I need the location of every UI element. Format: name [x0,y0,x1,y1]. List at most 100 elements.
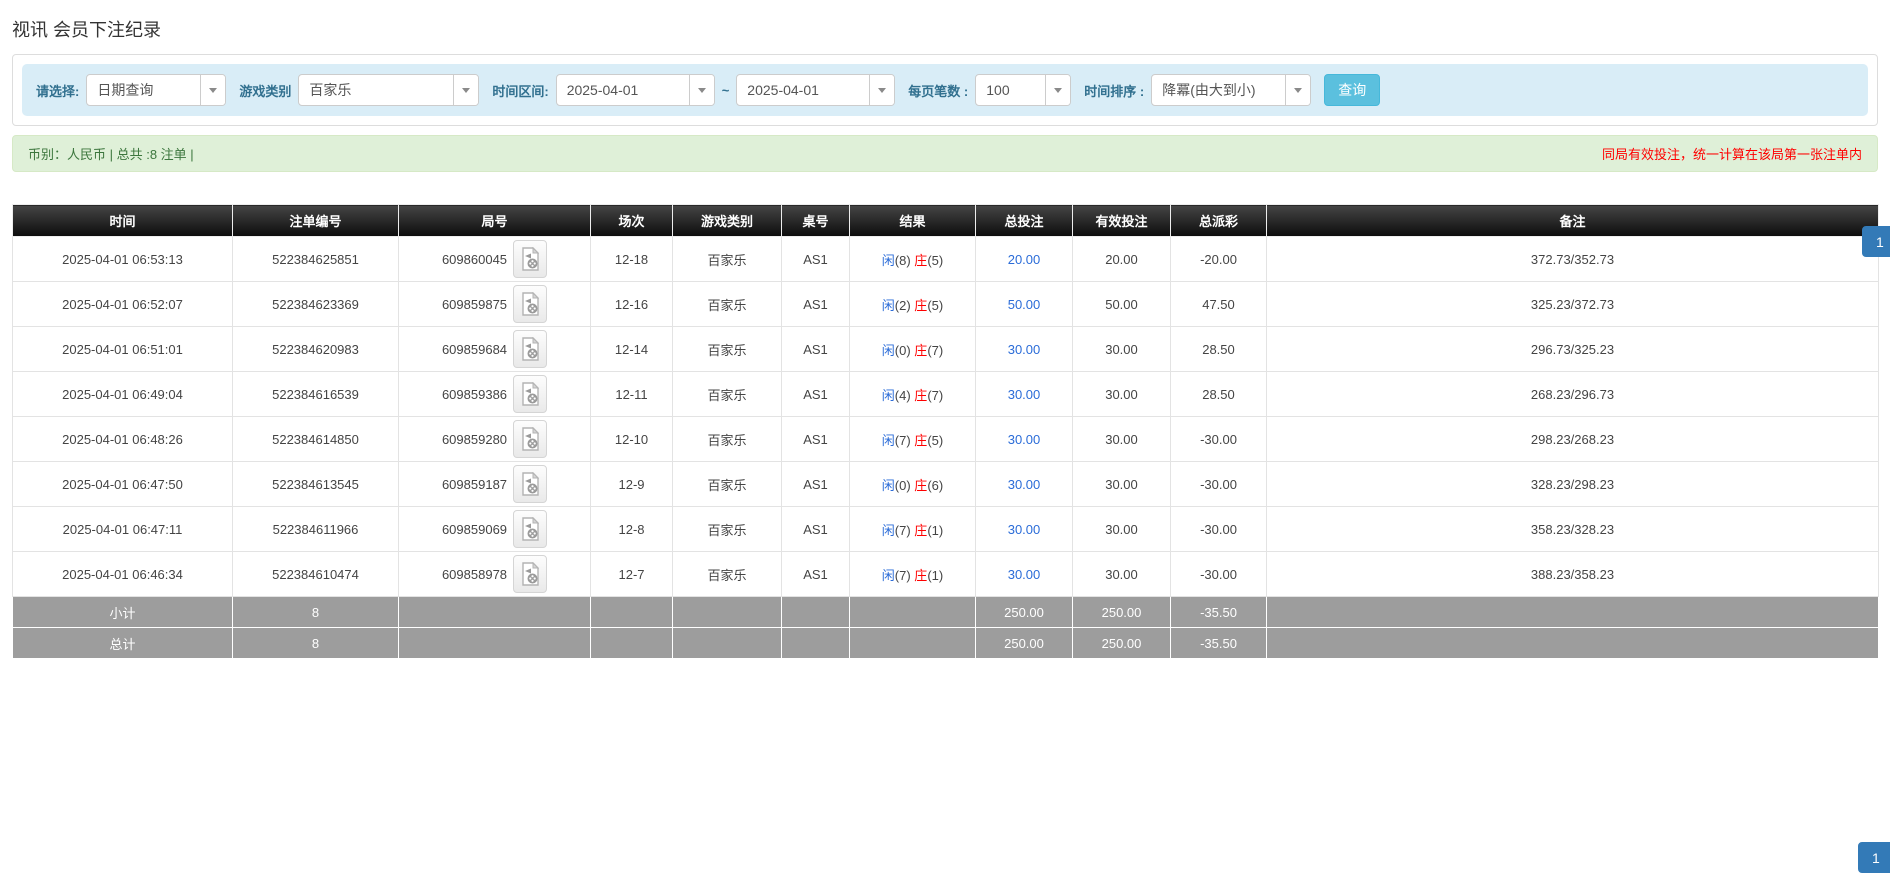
total-bet-link[interactable]: 30.00 [1008,522,1041,537]
result-banker-label: 庄 [914,342,928,358]
result-player-number: (8) [894,252,915,268]
summary-bar: 币别：人民币 | 总共 :8 注单 | 同局有效投注，统一计算在该局第一张注单内 [12,135,1878,172]
chevron-down-icon[interactable] [688,75,714,105]
result-banker-number: (6) [927,477,944,493]
cell-payout: 28.50 [1170,326,1267,372]
cell-payout: -30.00 [1170,506,1267,552]
date-to-select[interactable]: 2025-04-01 [736,74,896,106]
video-replay-button[interactable] [513,285,548,323]
subtotal-count: 8 [232,596,399,628]
cell-time: 2025-04-01 06:46:34 [12,551,233,597]
chevron-down-icon[interactable] [1285,75,1311,105]
video-replay-button[interactable] [513,420,548,458]
total-payout: -35.50 [1170,627,1267,659]
cell-session: 12-8 [590,506,673,552]
pagination-page-1-top[interactable]: 1 [1862,226,1890,257]
video-replay-button[interactable] [513,510,548,548]
video-icon [522,472,540,496]
cell-round-id: 609860045 [398,236,591,282]
time-sort-select[interactable]: 降冪(由大到小) [1151,74,1312,106]
cell-total-bet: 30.00 [975,461,1073,507]
cell-total-bet: 30.00 [975,551,1073,597]
round-id-value: 609860045 [441,251,508,267]
search-button[interactable]: 查询 [1324,74,1381,106]
header-round-id: 局号 [398,204,591,237]
time-sort-label: 时间排序 : [1084,83,1145,99]
total-bet-link[interactable]: 30.00 [1008,432,1041,447]
cell-payout: -20.00 [1170,236,1267,282]
cell-remark: 328.23/298.23 [1266,461,1879,507]
video-icon [522,427,540,451]
video-replay-button[interactable] [513,465,548,503]
round-id-value: 609859187 [441,476,508,492]
query-type-value: 日期查询 [97,82,154,98]
cell-table-no: AS1 [781,236,850,282]
cell-total-bet: 30.00 [975,326,1073,372]
chevron-down-icon[interactable] [869,75,895,105]
cell-bet-id: 522384616539 [232,371,399,417]
select-type-label: 请选择: [36,83,80,99]
cell-total-bet: 30.00 [975,371,1073,417]
video-replay-button[interactable] [513,240,548,278]
date-from-select[interactable]: 2025-04-01 [555,74,715,106]
cell-total-bet: 30.00 [975,506,1073,552]
filter-bar: 请选择: 日期查询 游戏类别 百家乐 时间区间: 2025-04-01 ~ 20… [22,64,1868,116]
cell-result: 闲(7) 庄(1) [849,506,976,552]
cell-round-id: 609859069 [398,506,591,552]
video-icon [522,247,540,271]
cell-payout: -30.00 [1170,416,1267,462]
table-header-row: 时间 注单编号 局号 场次 游戏类别 桌号 结果 总投注 有效投注 总派彩 备注 [12,204,1879,237]
cell-session: 12-14 [590,326,673,372]
header-result: 结果 [849,204,976,237]
cell-remark: 325.23/372.73 [1266,281,1879,327]
total-bet-link[interactable]: 20.00 [1008,252,1041,267]
subtotal-payout: -35.50 [1170,596,1267,628]
chevron-down-icon[interactable] [200,75,226,105]
cell-bet-id: 522384620983 [232,326,399,372]
table-row: 2025-04-01 06:53:13 522384625851 609860045… [12,236,1879,282]
cell-bet-id: 522384613545 [232,461,399,507]
cell-valid-bet: 50.00 [1072,281,1171,327]
result-banker-number: (1) [927,567,944,583]
cell-result: 闲(0) 庄(6) [849,461,976,507]
total-bet-link[interactable]: 30.00 [1008,387,1041,402]
cell-game-type: 百家乐 [672,506,782,552]
total-bet-link[interactable]: 30.00 [1008,567,1041,582]
header-game-type: 游戏类别 [672,204,782,237]
cell-session: 12-7 [590,551,673,597]
cell-session: 12-18 [590,236,673,282]
subtotal-total-bet: 250.00 [975,596,1073,628]
cell-result: 闲(7) 庄(1) [849,551,976,597]
total-bet-link[interactable]: 50.00 [1008,297,1041,312]
header-table-no: 桌号 [781,204,850,237]
total-bet-link[interactable]: 30.00 [1008,342,1041,357]
cell-payout: -30.00 [1170,551,1267,597]
cell-bet-id: 522384623369 [232,281,399,327]
result-banker-number: (5) [927,432,944,448]
cell-table-no: AS1 [781,371,850,417]
cell-result: 闲(8) 庄(5) [849,236,976,282]
result-player-number: (7) [894,567,915,583]
cell-game-type: 百家乐 [672,371,782,417]
cell-bet-id: 522384625851 [232,236,399,282]
video-replay-button[interactable] [513,330,548,368]
cell-valid-bet: 30.00 [1072,326,1171,372]
chevron-down-icon[interactable] [453,75,479,105]
cell-table-no: AS1 [781,506,850,552]
query-type-select[interactable]: 日期查询 [86,74,227,106]
game-type-select[interactable]: 百家乐 [298,74,480,106]
video-replay-button[interactable] [513,375,548,413]
cell-bet-id: 522384614850 [232,416,399,462]
video-replay-button[interactable] [513,555,548,593]
pagination-page-1-bottom[interactable]: 1 [1858,842,1890,873]
cell-result: 闲(4) 庄(7) [849,371,976,417]
table-row: 2025-04-01 06:51:01 522384620983 609859684… [12,326,1879,372]
total-bet-link[interactable]: 30.00 [1008,477,1041,492]
cell-time: 2025-04-01 06:51:01 [12,326,233,372]
per-page-select[interactable]: 100 [975,74,1072,106]
chevron-down-icon[interactable] [1045,75,1071,105]
result-banker-number: (1) [927,522,944,538]
cell-valid-bet: 30.00 [1072,416,1171,462]
result-banker-label: 庄 [914,432,928,448]
header-bet-id: 注单编号 [232,204,399,237]
